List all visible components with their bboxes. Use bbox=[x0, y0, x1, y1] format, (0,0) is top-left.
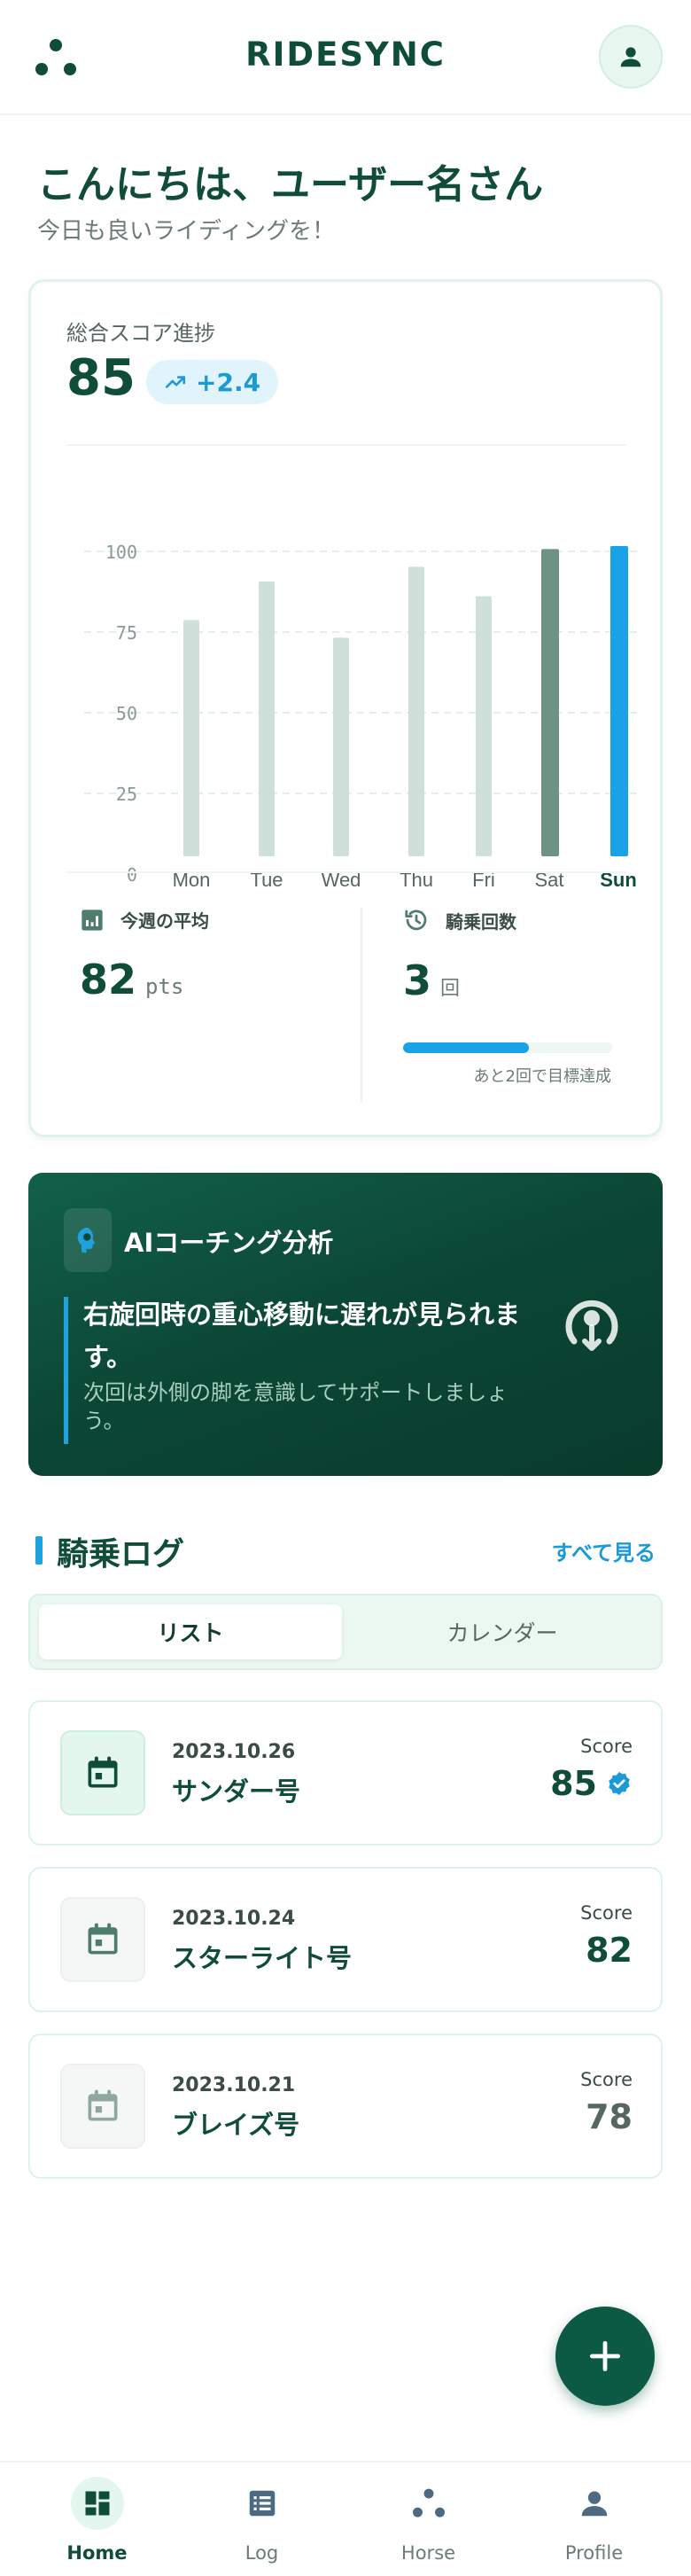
ride-score: 78 bbox=[586, 2097, 633, 2136]
ride-log-item[interactable]: 2023.10.21 ブレイズ号 Score 78 bbox=[28, 2033, 663, 2179]
ride-count-label: 騎乗回数 bbox=[446, 910, 516, 933]
three-dots-icon bbox=[413, 2488, 445, 2517]
chart-bar-sat bbox=[541, 549, 559, 856]
brain-icon bbox=[77, 1227, 96, 1253]
ride-log-item[interactable]: 2023.10.24 スターライト号 Score 82 bbox=[28, 1867, 663, 2012]
ai-analysis-main: 右旋回時の重心移動に遅れが見られます。 bbox=[83, 1300, 521, 1372]
nav-label-home: Home bbox=[66, 2542, 128, 2564]
tab-calendar[interactable]: カレンダー bbox=[351, 1604, 654, 1659]
ride-count-unit: 回 bbox=[440, 978, 461, 1000]
ride-date: 2023.10.24 bbox=[172, 1908, 296, 1930]
ride-log-item[interactable]: 2023.10.26 サンダー号 Score 85 bbox=[28, 1700, 663, 1846]
ai-accent-bar bbox=[64, 1297, 68, 1444]
ride-date: 2023.10.21 bbox=[172, 2074, 296, 2096]
score-label: Score bbox=[580, 1736, 633, 1757]
score-card-title: 総合スコア進捗 bbox=[66, 321, 215, 346]
nav-label-profile: Profile bbox=[564, 2542, 624, 2564]
person-icon bbox=[620, 47, 641, 67]
ride-goal-note: あと2回で目標達成 bbox=[473, 1067, 611, 1086]
calendar-icon bbox=[88, 2089, 118, 2121]
person-icon bbox=[581, 2491, 608, 2517]
ride-log-title: 騎乗ログ bbox=[57, 1536, 185, 1573]
nav-item-horse[interactable]: Horse bbox=[342, 2463, 515, 2576]
ride-goal-progress bbox=[403, 1042, 612, 1053]
stat-divider bbox=[361, 907, 362, 1102]
total-score: 85 bbox=[66, 349, 136, 407]
chart-bar-fri bbox=[476, 596, 492, 856]
ride-icon-box bbox=[60, 1730, 145, 1815]
horse-name: サンダー号 bbox=[172, 1776, 301, 1807]
ride-score-value: 85 bbox=[550, 1764, 597, 1803]
chart-bar-tue bbox=[259, 582, 275, 856]
greeting-subtitle: 今日も良いライディングを！ bbox=[37, 218, 336, 245]
rotate-right-icon bbox=[565, 1300, 618, 1351]
weekly-average-label: 今週の平均 bbox=[120, 910, 209, 932]
nav-item-log[interactable]: Log bbox=[175, 2463, 348, 2576]
greeting-title: こんにちは、ユーザー名さん bbox=[37, 162, 544, 207]
score-trend-badge: +2.4 bbox=[146, 360, 279, 404]
section-accent-bar bbox=[35, 1536, 43, 1565]
score-label: Score bbox=[580, 2069, 633, 2090]
score-label: Score bbox=[580, 1902, 633, 1924]
nav-item-profile[interactable]: Profile bbox=[508, 2463, 680, 2576]
weekly-score-chart: 1007550250 Mon Tue Wed Thu Fri Sat Sun bbox=[84, 542, 642, 891]
chart-bottom-divider bbox=[66, 871, 626, 873]
ride-count-value: 3 bbox=[403, 956, 432, 1004]
chart-bar-mon bbox=[183, 620, 199, 856]
score-progress-card: 総合スコア進捗 85 +2.4 100 75 50 25 0 Mon Tue Wed Thu Fr… bbox=[28, 279, 663, 1137]
chart-bar-thu bbox=[408, 566, 424, 856]
chart-y-tick-label: 50 bbox=[116, 703, 137, 724]
nav-home-icon-bg bbox=[71, 2477, 124, 2530]
ai-card-title: AIコーチング分析 bbox=[124, 1228, 334, 1258]
tab-list[interactable]: リスト bbox=[39, 1604, 342, 1659]
trending-up-icon bbox=[165, 376, 186, 388]
ride-icon-box bbox=[60, 2064, 145, 2149]
chart-y-tick-label: 100 bbox=[105, 542, 137, 563]
ride-score: 85 bbox=[550, 1764, 633, 1803]
dashboard-icon bbox=[85, 2491, 110, 2516]
ride-count-stat: 騎乗回数 3回 bbox=[403, 907, 516, 1004]
nav-log-icon-bg bbox=[236, 2477, 289, 2530]
weekly-average-value: 82 bbox=[80, 956, 137, 1003]
chart-bar-wed bbox=[333, 637, 349, 856]
app-header: RIDESYNC bbox=[0, 0, 691, 115]
horse-name: ブレイズ号 bbox=[172, 2110, 300, 2140]
plus-icon bbox=[589, 2340, 621, 2372]
add-ride-button[interactable] bbox=[555, 2307, 655, 2406]
nav-item-home[interactable]: Home bbox=[11, 2463, 183, 2576]
see-all-link[interactable]: すべて見る bbox=[552, 1535, 656, 1566]
weekly-average-unit: pts bbox=[145, 974, 184, 999]
ride-icon-box bbox=[60, 1897, 145, 1982]
nav-profile-icon-bg bbox=[568, 2477, 621, 2530]
chart-top-divider bbox=[66, 444, 626, 446]
calendar-icon bbox=[88, 1756, 118, 1788]
bottom-navigation: Home Log Horse Profile bbox=[0, 2461, 691, 2576]
weekly-average-stat: 今週の平均 82 pts bbox=[80, 907, 209, 1003]
list-icon bbox=[249, 2490, 276, 2517]
nav-label-horse: Horse bbox=[400, 2542, 456, 2564]
chart-bar-sun bbox=[610, 546, 628, 856]
profile-button[interactable] bbox=[599, 25, 663, 89]
app-brand: RIDESYNC bbox=[245, 35, 446, 74]
history-icon bbox=[405, 909, 427, 931]
bar-chart-icon bbox=[82, 909, 103, 931]
view-toggle: リスト カレンダー bbox=[28, 1594, 663, 1670]
horse-name: スターライト号 bbox=[172, 1943, 353, 1973]
chart-y-tick-label: 0 bbox=[127, 864, 137, 886]
calendar-icon bbox=[88, 1923, 118, 1955]
chart-y-tick-label: 75 bbox=[116, 622, 137, 644]
ride-date: 2023.10.26 bbox=[172, 1741, 296, 1763]
ride-score-value: 78 bbox=[586, 2097, 633, 2136]
score-trend-value: +2.4 bbox=[196, 367, 261, 397]
ai-icon-container bbox=[64, 1208, 112, 1272]
chart-y-tick-label: 25 bbox=[116, 784, 137, 805]
nav-label-log: Log bbox=[245, 2542, 279, 2564]
ai-analysis-advice: 次回は外側の脚を意識してサポートしましょう。 bbox=[83, 1380, 509, 1433]
ai-coaching-card[interactable]: AIコーチング分析 右旋回時の重心移動に遅れが見られます。 次回は外側の脚を意識… bbox=[28, 1173, 663, 1476]
nav-horse-icon-bg bbox=[402, 2477, 455, 2530]
ride-score-value: 82 bbox=[586, 1931, 633, 1970]
verified-badge-icon bbox=[609, 1771, 630, 1796]
ride-score: 82 bbox=[586, 1931, 633, 1970]
ride-goal-progress-fill bbox=[403, 1042, 529, 1053]
